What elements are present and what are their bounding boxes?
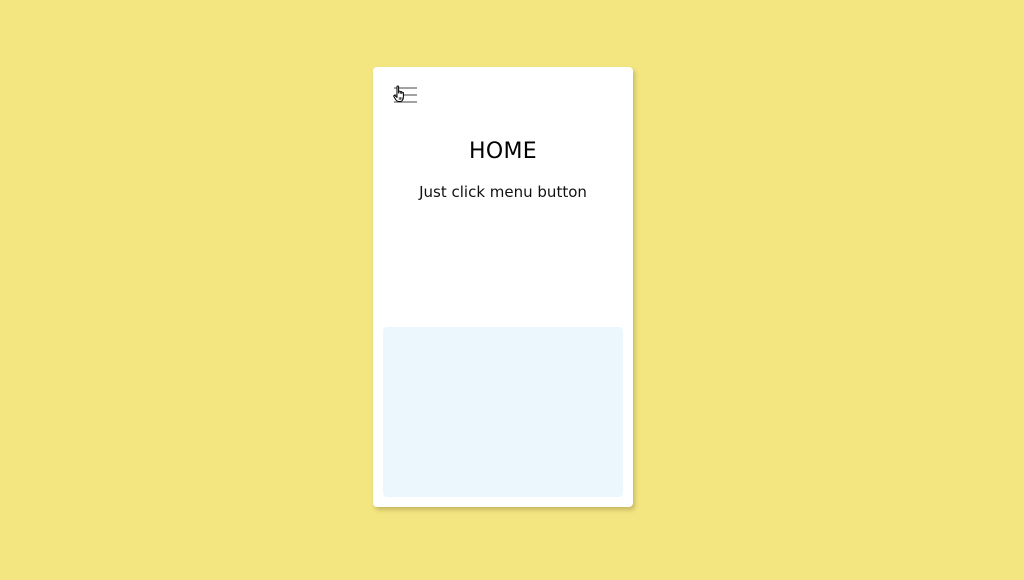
hand-pointer-icon [393,85,404,102]
phone-card: HOME Just click menu button [373,67,633,507]
menu-button[interactable] [393,85,421,111]
page-subtitle: Just click menu button [419,183,587,201]
bottom-panel [383,327,623,497]
page-title: HOME [469,139,537,164]
